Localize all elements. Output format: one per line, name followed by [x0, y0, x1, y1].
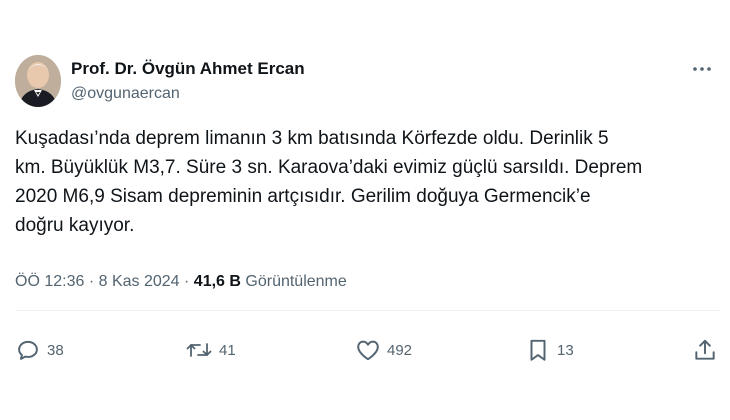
tweet-header: Prof. Dr. Övgün Ahmet Ercan @ovgunaercan — [15, 55, 715, 111]
avatar[interactable] — [15, 55, 61, 107]
meta-separator: · — [88, 273, 95, 290]
tweet-time[interactable]: ÖÖ 12:36 — [15, 273, 84, 290]
divider — [15, 310, 720, 311]
share-button[interactable] — [692, 336, 718, 364]
reply-button[interactable]: 38 — [15, 336, 64, 364]
tweet-meta: ÖÖ 12:36 · 8 Kas 2024 · 41,6 B Görüntüle… — [15, 273, 347, 291]
author-name[interactable]: Prof. Dr. Övgün Ahmet Ercan — [71, 59, 305, 79]
author-handle[interactable]: @ovgunaercan — [71, 85, 180, 103]
reply-count: 38 — [47, 341, 64, 359]
bookmark-icon — [530, 339, 546, 361]
like-count: 492 — [387, 341, 413, 359]
action-bar: 38 41 492 13 — [15, 336, 720, 364]
views-count: 41,6 B — [193, 273, 241, 290]
bookmark-button[interactable]: 13 — [525, 336, 574, 364]
reply-icon — [18, 340, 38, 360]
tweet-date[interactable]: 8 Kas 2024 — [99, 273, 180, 290]
meta-separator: · — [184, 273, 190, 290]
tweet-text: Kuşadası’nda deprem limanın 3 km batısın… — [15, 128, 643, 236]
retweet-button[interactable]: 41 — [185, 336, 236, 364]
more-horizontal-icon — [693, 67, 711, 71]
bookmark-count: 13 — [557, 341, 574, 359]
heart-icon — [357, 340, 379, 361]
retweet-icon — [186, 343, 212, 357]
share-icon — [695, 339, 715, 360]
avatar-image — [15, 55, 61, 107]
views-label: Görüntülenme — [245, 273, 347, 290]
more-options-button[interactable] — [689, 59, 715, 79]
retweet-count: 41 — [219, 341, 236, 359]
like-button[interactable]: 492 — [355, 336, 412, 364]
tweet-card: Prof. Dr. Övgün Ahmet Ercan @ovgunaercan… — [0, 0, 730, 420]
